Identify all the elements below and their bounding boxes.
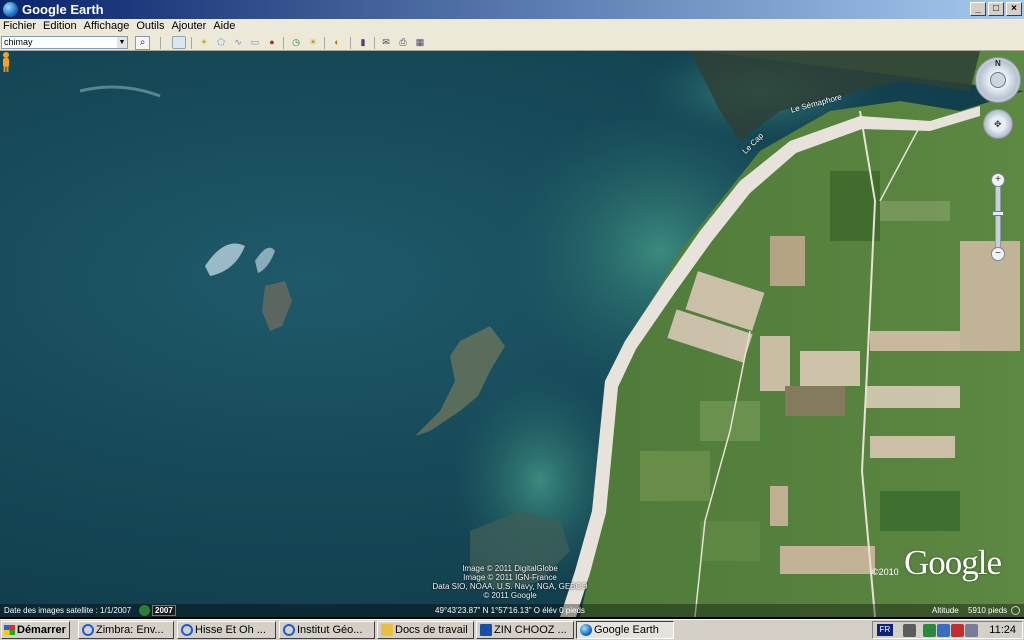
task-label: Zimbra: Env... [96,624,164,636]
email-icon[interactable]: ✉ [379,36,393,49]
task-zin-chooz[interactable]: ZIN CHOOZ ... [476,621,574,639]
altitude-value: 5910 pieds [968,606,1008,615]
search-input[interactable]: chimay ▼ [1,36,128,49]
zoom-slider-handle[interactable] [992,211,1004,216]
task-label: Google Earth [594,624,659,636]
task-label: Docs de travail [395,624,468,636]
chevron-down-icon[interactable]: ▼ [117,37,127,48]
copyright-line: © 2011 Google [483,591,537,600]
task-hisse-et-oh[interactable]: Hisse Et Oh ... [177,621,276,639]
historical-imagery-icon[interactable] [139,605,150,616]
task-label: ZIN CHOOZ ... [494,624,567,636]
search-button[interactable]: ⌕ [135,36,150,50]
zoom-out-button[interactable]: − [991,247,1005,261]
planets-icon[interactable]: ◐ [330,36,344,49]
minimize-button[interactable]: _ [970,2,986,16]
title-bar: Google Earth _ □ × [0,0,1024,19]
polygon-icon[interactable]: ⬠ [214,36,228,49]
altitude-label: Altitude [932,606,959,615]
ruler-icon[interactable]: ▮ [356,36,370,49]
task-docs-de-travail[interactable]: Docs de travail [377,621,474,639]
image-overlay-icon[interactable]: ▭ [248,36,262,49]
toolbar-separator [374,37,375,49]
move-joystick[interactable]: ✥ [983,109,1013,139]
street-view-pegman-icon[interactable] [0,51,12,73]
document-icon [480,624,492,636]
pointer-coordinates: 49°43'23.87" N 1°57'16.13" O élév 0 pied… [435,606,585,615]
task-label: Institut Géo... [297,624,363,636]
toolbar-separator [160,37,161,49]
map-status-bar: Date des images satellite : 1/1/2007 200… [0,604,1024,617]
google-logo: Google [904,543,1002,582]
logo-year: ©2010 [872,567,899,577]
folder-icon [381,624,393,636]
menu-fichier[interactable]: Fichier [0,19,40,35]
keyboard-icon[interactable] [903,624,916,637]
copyright-line: Image © 2011 DigitalGlobe [462,564,558,573]
google-earth-icon [580,624,592,636]
task-label: Hisse Et Oh ... [195,624,266,636]
task-institut-geo[interactable]: Institut Géo... [279,621,375,639]
start-label: Démarrer [17,624,66,636]
zoom-in-button[interactable]: + [991,173,1005,187]
view-in-maps-icon[interactable]: ▦ [413,36,427,49]
safely-remove-icon[interactable] [923,624,936,637]
menu-ajouter[interactable]: Ajouter [168,19,210,35]
network-icon[interactable] [937,624,950,637]
streaming-indicator-icon [1011,606,1020,615]
browser-icon [283,624,295,636]
copyright-line: Image © 2011 IGN-France [463,573,557,582]
window-title: Google Earth [22,2,104,17]
search-value: chimay [4,37,33,47]
task-zimbra[interactable]: Zimbra: Env... [78,621,174,639]
imagery-date: Date des images satellite : 1/1/2007 [4,606,132,615]
maximize-button[interactable]: □ [988,2,1004,16]
system-tray: FR 11:24 [872,621,1023,639]
window-controls: _ □ × [970,2,1022,16]
copyright-line: Data SIO, NOAA, U.S. Navy, NGA, GEBCO [432,582,588,591]
menu-bar: Fichier Edition Affichage Outils Ajouter… [0,19,1024,35]
toolbar-separator [283,37,284,49]
toolbar-separator [324,37,325,49]
historical-imagery-icon[interactable]: ◷ [289,36,303,49]
print-icon[interactable]: ⎙ [396,36,410,49]
browser-icon [181,624,193,636]
menu-affichage[interactable]: Affichage [81,19,134,35]
taskbar: Démarrer Zimbra: Env... Hisse Et Oh ... … [0,619,1024,640]
task-google-earth[interactable]: Google Earth [576,621,674,639]
close-button[interactable]: × [1006,2,1022,16]
toolbar: chimay ▼ ⌕ ✦ ⬠ ∿ ▭ ● ◷ ☀ ◐ ▮ ✉ ⎙ ▦ [0,35,1024,51]
menu-edition[interactable]: Edition [40,19,81,35]
clock[interactable]: 11:24 [989,623,1016,638]
antivirus-icon[interactable] [951,624,964,637]
volume-icon[interactable] [965,624,978,637]
move-arrows-icon: ✥ [994,119,1002,129]
toolbar-separator [350,37,351,49]
language-indicator[interactable]: FR [877,624,893,636]
windows-logo-icon [4,625,15,635]
sidebar-toggle-icon[interactable] [172,36,186,49]
start-button[interactable]: Démarrer [1,621,70,639]
record-tour-icon[interactable]: ● [265,36,279,49]
look-joystick[interactable]: N [975,57,1021,103]
placemark-icon[interactable]: ✦ [197,36,211,49]
google-earth-icon [3,2,18,17]
imagery-year-badge[interactable]: 2007 [152,605,176,616]
map-viewport[interactable]: Le Sémaphore Le Cap N ✥ + − Image © 2011… [0,51,1024,617]
menu-aide[interactable]: Aide [210,19,239,35]
browser-icon [82,624,94,636]
sun-icon[interactable]: ☀ [306,36,320,49]
menu-outils[interactable]: Outils [133,19,168,35]
toolbar-separator [191,37,192,49]
north-indicator[interactable]: N [995,59,1001,68]
path-icon[interactable]: ∿ [231,36,245,49]
satellite-imagery [79,51,1024,617]
look-center[interactable] [990,72,1006,88]
